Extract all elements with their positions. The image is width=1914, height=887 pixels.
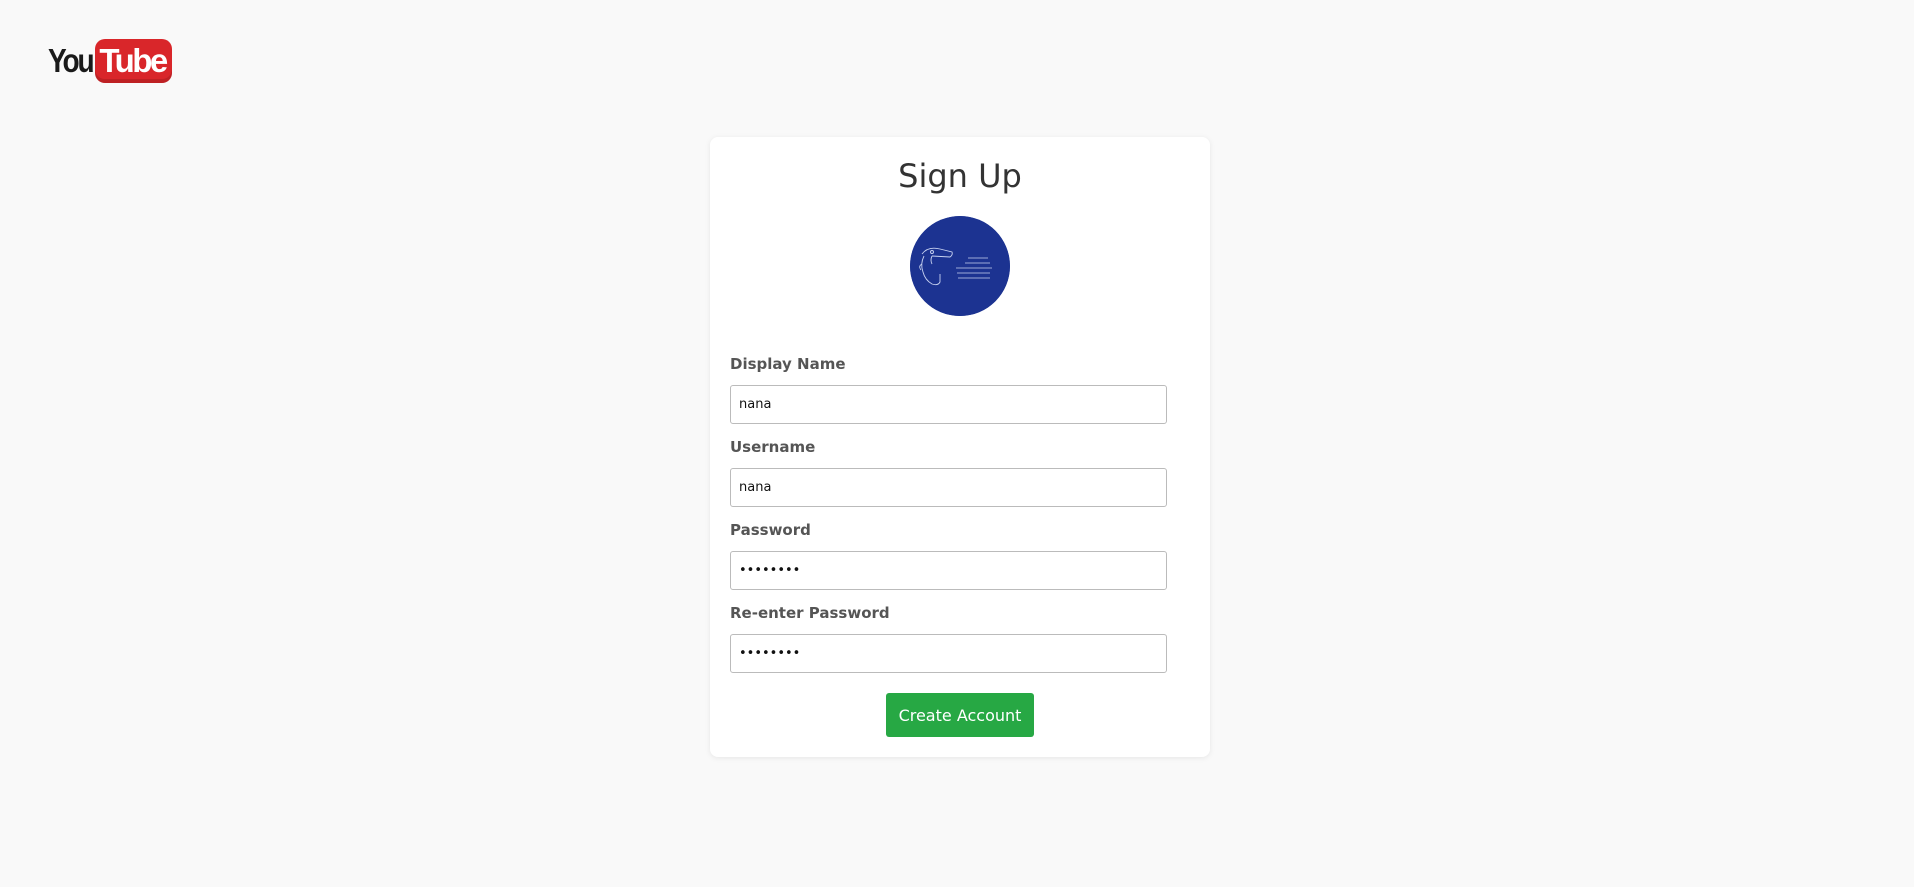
- reenter-password-label: Re-enter Password: [730, 604, 890, 622]
- display-name-input[interactable]: [730, 385, 1167, 424]
- page-title: Sign Up: [898, 157, 1022, 195]
- create-account-button[interactable]: Create Account: [886, 693, 1034, 737]
- profile-picture-avatar[interactable]: [910, 216, 1010, 316]
- display-name-label: Display Name: [730, 355, 846, 373]
- username-input[interactable]: [730, 468, 1167, 507]
- password-label: Password: [730, 521, 811, 539]
- username-label: Username: [730, 438, 816, 456]
- logo-text-tube: Tube: [95, 39, 172, 83]
- youtube-logo[interactable]: You Tube: [48, 38, 172, 84]
- password-input[interactable]: [730, 551, 1167, 590]
- logo-text-you: You: [48, 42, 95, 79]
- avatar-illustration-icon: [910, 216, 1010, 316]
- reenter-password-input[interactable]: [730, 634, 1167, 673]
- signup-card: Sign Up Display Name Username Passwo: [710, 137, 1210, 757]
